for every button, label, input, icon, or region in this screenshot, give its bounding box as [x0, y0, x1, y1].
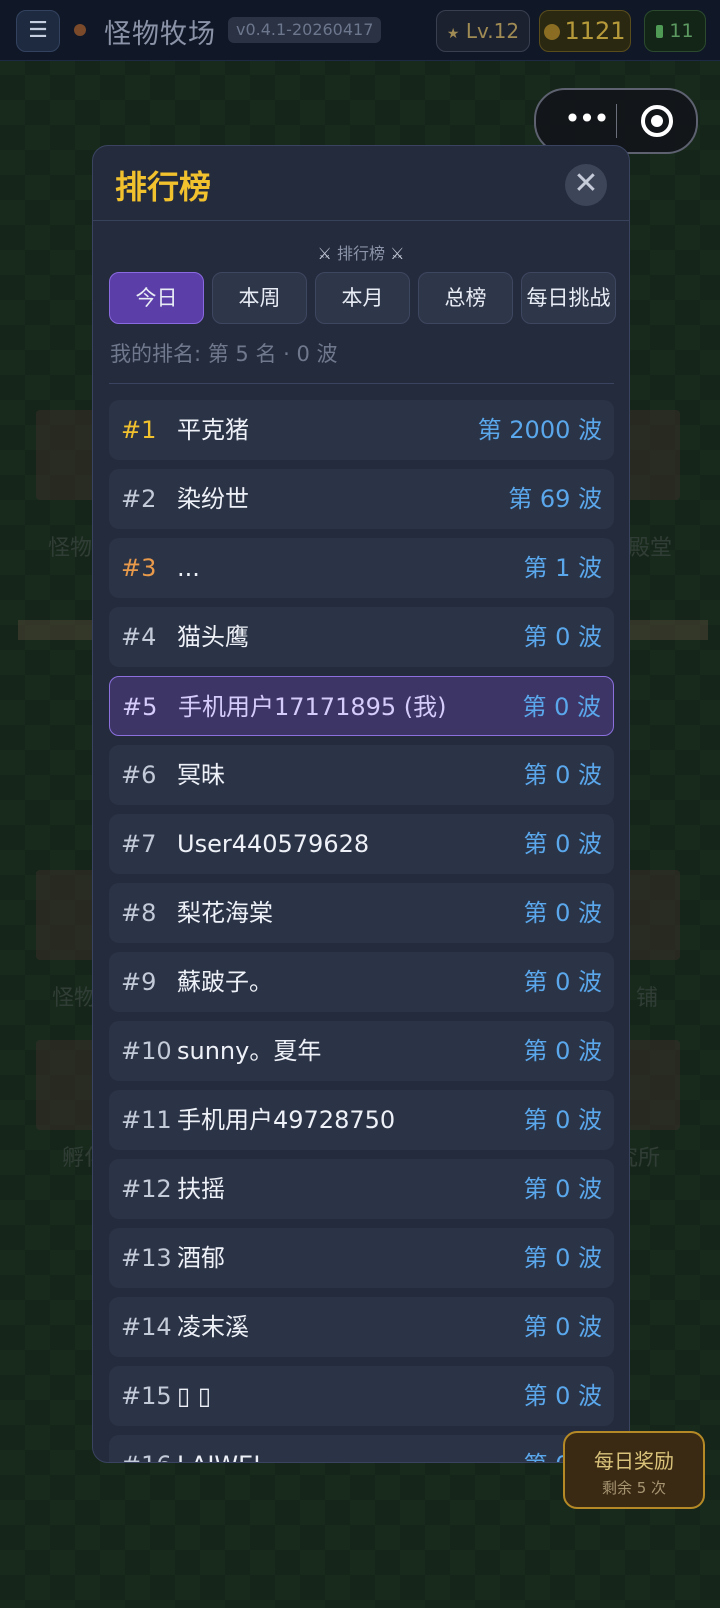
rank-number: #14	[121, 1313, 172, 1341]
rank-number: #12	[121, 1175, 172, 1203]
rank-number: #9	[121, 968, 157, 996]
leaderboard-modal: 排行榜 ✕ ⚔ 排行榜 ⚔ 今日 本周 本月 总榜 每日挑战 我的排名: 第 5…	[92, 145, 630, 1463]
tab-month[interactable]: 本月	[315, 272, 410, 324]
rank-number: #5	[122, 693, 158, 721]
player-name: 酒郁	[177, 1244, 225, 1272]
player-name: 平克猪	[177, 416, 249, 444]
wave-score: 第 0 波	[523, 1244, 602, 1272]
rank-number: #15	[121, 1382, 172, 1410]
player-name: 手机用户17171895 (我)	[178, 693, 447, 721]
menu-button[interactable]: ☰	[16, 10, 60, 52]
star-icon: ★	[446, 26, 460, 42]
header-divider	[93, 220, 629, 221]
leaderboard-row[interactable]: #2 染纷世 第 69 波	[109, 469, 614, 529]
wave-score: 第 0 波	[523, 830, 602, 858]
rank-number: #11	[121, 1106, 172, 1134]
leaderboard-row[interactable]: #15 ▯ ▯ 第 0 波	[109, 1366, 614, 1426]
level-badge: ★ Lv.12	[436, 10, 530, 52]
rank-number: #2	[121, 485, 157, 513]
wave-score: 第 0 波	[522, 693, 601, 721]
period-tabs: 今日 本周 本月 总榜 每日挑战	[109, 272, 616, 324]
subtitle-text: 排行榜	[336, 244, 385, 263]
leaderboard-row[interactable]: #9 蘇跛子。 第 0 波	[109, 952, 614, 1012]
leaderboard-row[interactable]: #16LAIWEI第 0 波	[109, 1435, 614, 1462]
wave-score: 第 0 波	[523, 1175, 602, 1203]
rank-number: #1	[121, 416, 157, 444]
leaderboard-row[interactable]: #3... 第 1 波	[109, 538, 614, 598]
leaderboard-row[interactable]: #11 手机用户49728750 第 0 波	[109, 1090, 614, 1150]
wave-score: 第 0 波	[523, 968, 602, 996]
player-name: 扶摇	[177, 1175, 225, 1203]
my-rank-row[interactable]: #5 手机用户17171895 (我) 第 0 波	[109, 676, 614, 736]
wave-score: 第 0 波	[523, 899, 602, 927]
leaderboard-row[interactable]: #13 酒郁 第 0 波	[109, 1228, 614, 1288]
rank-number: #6	[121, 761, 157, 789]
list-divider	[109, 383, 614, 384]
gold-counter: 1121	[539, 10, 631, 52]
sword-icon: ⚔	[390, 244, 405, 263]
wave-score: 第 0 波	[523, 1382, 602, 1410]
sword-icon: ⚔	[317, 244, 332, 263]
wave-score: 第 1 波	[523, 554, 602, 582]
player-name: 手机用户49728750	[177, 1106, 396, 1134]
wave-score: 第 0 波	[523, 1313, 602, 1341]
leaderboard-row[interactable]: #4 猫头鹰 第 0 波	[109, 607, 614, 667]
energy-counter: 11	[644, 10, 706, 52]
modal-title: 排行榜	[115, 168, 212, 206]
player-name: LAIWEI	[177, 1435, 260, 1462]
app-logo-icon	[74, 24, 86, 36]
wave-score: 第 69 波	[508, 485, 602, 513]
close-button[interactable]: ✕	[565, 164, 607, 206]
rank-number: #13	[121, 1244, 172, 1272]
tab-week[interactable]: 本周	[212, 272, 307, 324]
tab-daily-challenge[interactable]: 每日挑战	[521, 272, 616, 324]
player-name: ...	[177, 554, 200, 582]
daily-reward-title: 每日奖励	[594, 1449, 674, 1473]
tab-today[interactable]: 今日	[109, 272, 204, 324]
version-badge: v0.4.1-20260417	[228, 17, 382, 43]
player-name: sunny。夏年	[177, 1037, 322, 1065]
wave-score: 第 2000 波	[477, 416, 602, 444]
player-name: ▯ ▯	[177, 1382, 212, 1410]
gold-amount: 1121	[564, 17, 626, 45]
level-text: Lv.12	[465, 19, 520, 43]
player-name: 染纷世	[177, 485, 249, 513]
target-icon[interactable]	[640, 104, 674, 138]
leaderboard-row[interactable]: #1 平克猪 第 2000 波	[109, 400, 614, 460]
wave-score: 第 0 波	[523, 1037, 602, 1065]
rank-number: #4	[121, 623, 157, 651]
top-bar: ☰ 怪物牧场 v0.4.1-20260417 ★ Lv.12 1121 11	[0, 0, 720, 61]
player-name: User440579628	[177, 830, 370, 858]
wave-score: 第 0 波	[523, 1106, 602, 1134]
leaderboard-row[interactable]: #6 冥昧 第 0 波	[109, 745, 614, 805]
rank-number: #8	[121, 899, 157, 927]
app-title: 怪物牧场	[104, 19, 216, 50]
rank-number: #16	[121, 1435, 172, 1462]
leaderboard-row[interactable]: #8 梨花海棠 第 0 波	[109, 883, 614, 943]
leaderboard-row[interactable]: #7 User440579628 第 0 波	[109, 814, 614, 874]
leaderboard-row[interactable]: #10 sunny。夏年 第 0 波	[109, 1021, 614, 1081]
wave-score: 第 0 波	[523, 761, 602, 789]
more-options-icon[interactable]: •••	[558, 90, 614, 152]
rank-number: #3	[121, 554, 157, 582]
tab-all-time[interactable]: 总榜	[418, 272, 513, 324]
my-rank-text: 我的排名: 第 5 名 · 0 波	[110, 342, 338, 366]
daily-reward-button[interactable]: 每日奖励 剩余 5 次	[563, 1431, 705, 1509]
player-name: 蘇跛子。	[177, 968, 273, 996]
daily-reward-remaining: 剩余 5 次	[601, 1479, 667, 1497]
energy-amount: 11	[669, 20, 694, 42]
wave-score: 第 0 波	[523, 623, 602, 651]
player-name: 梨花海棠	[177, 899, 273, 927]
leaderboard-row[interactable]: #12 扶摇 第 0 波	[109, 1159, 614, 1219]
player-name: 冥昧	[177, 761, 225, 789]
leaderboard-row[interactable]: #14 凌末溪 第 0 波	[109, 1297, 614, 1357]
battery-icon	[656, 25, 664, 38]
rank-number: #10	[121, 1037, 172, 1065]
player-name: 凌末溪	[177, 1313, 249, 1341]
leaderboard-subtitle: ⚔ 排行榜 ⚔	[93, 240, 629, 264]
capsule-divider	[616, 104, 617, 138]
player-name: 猫头鹰	[177, 623, 249, 651]
rank-number: #7	[121, 830, 157, 858]
coin-icon	[544, 24, 561, 40]
